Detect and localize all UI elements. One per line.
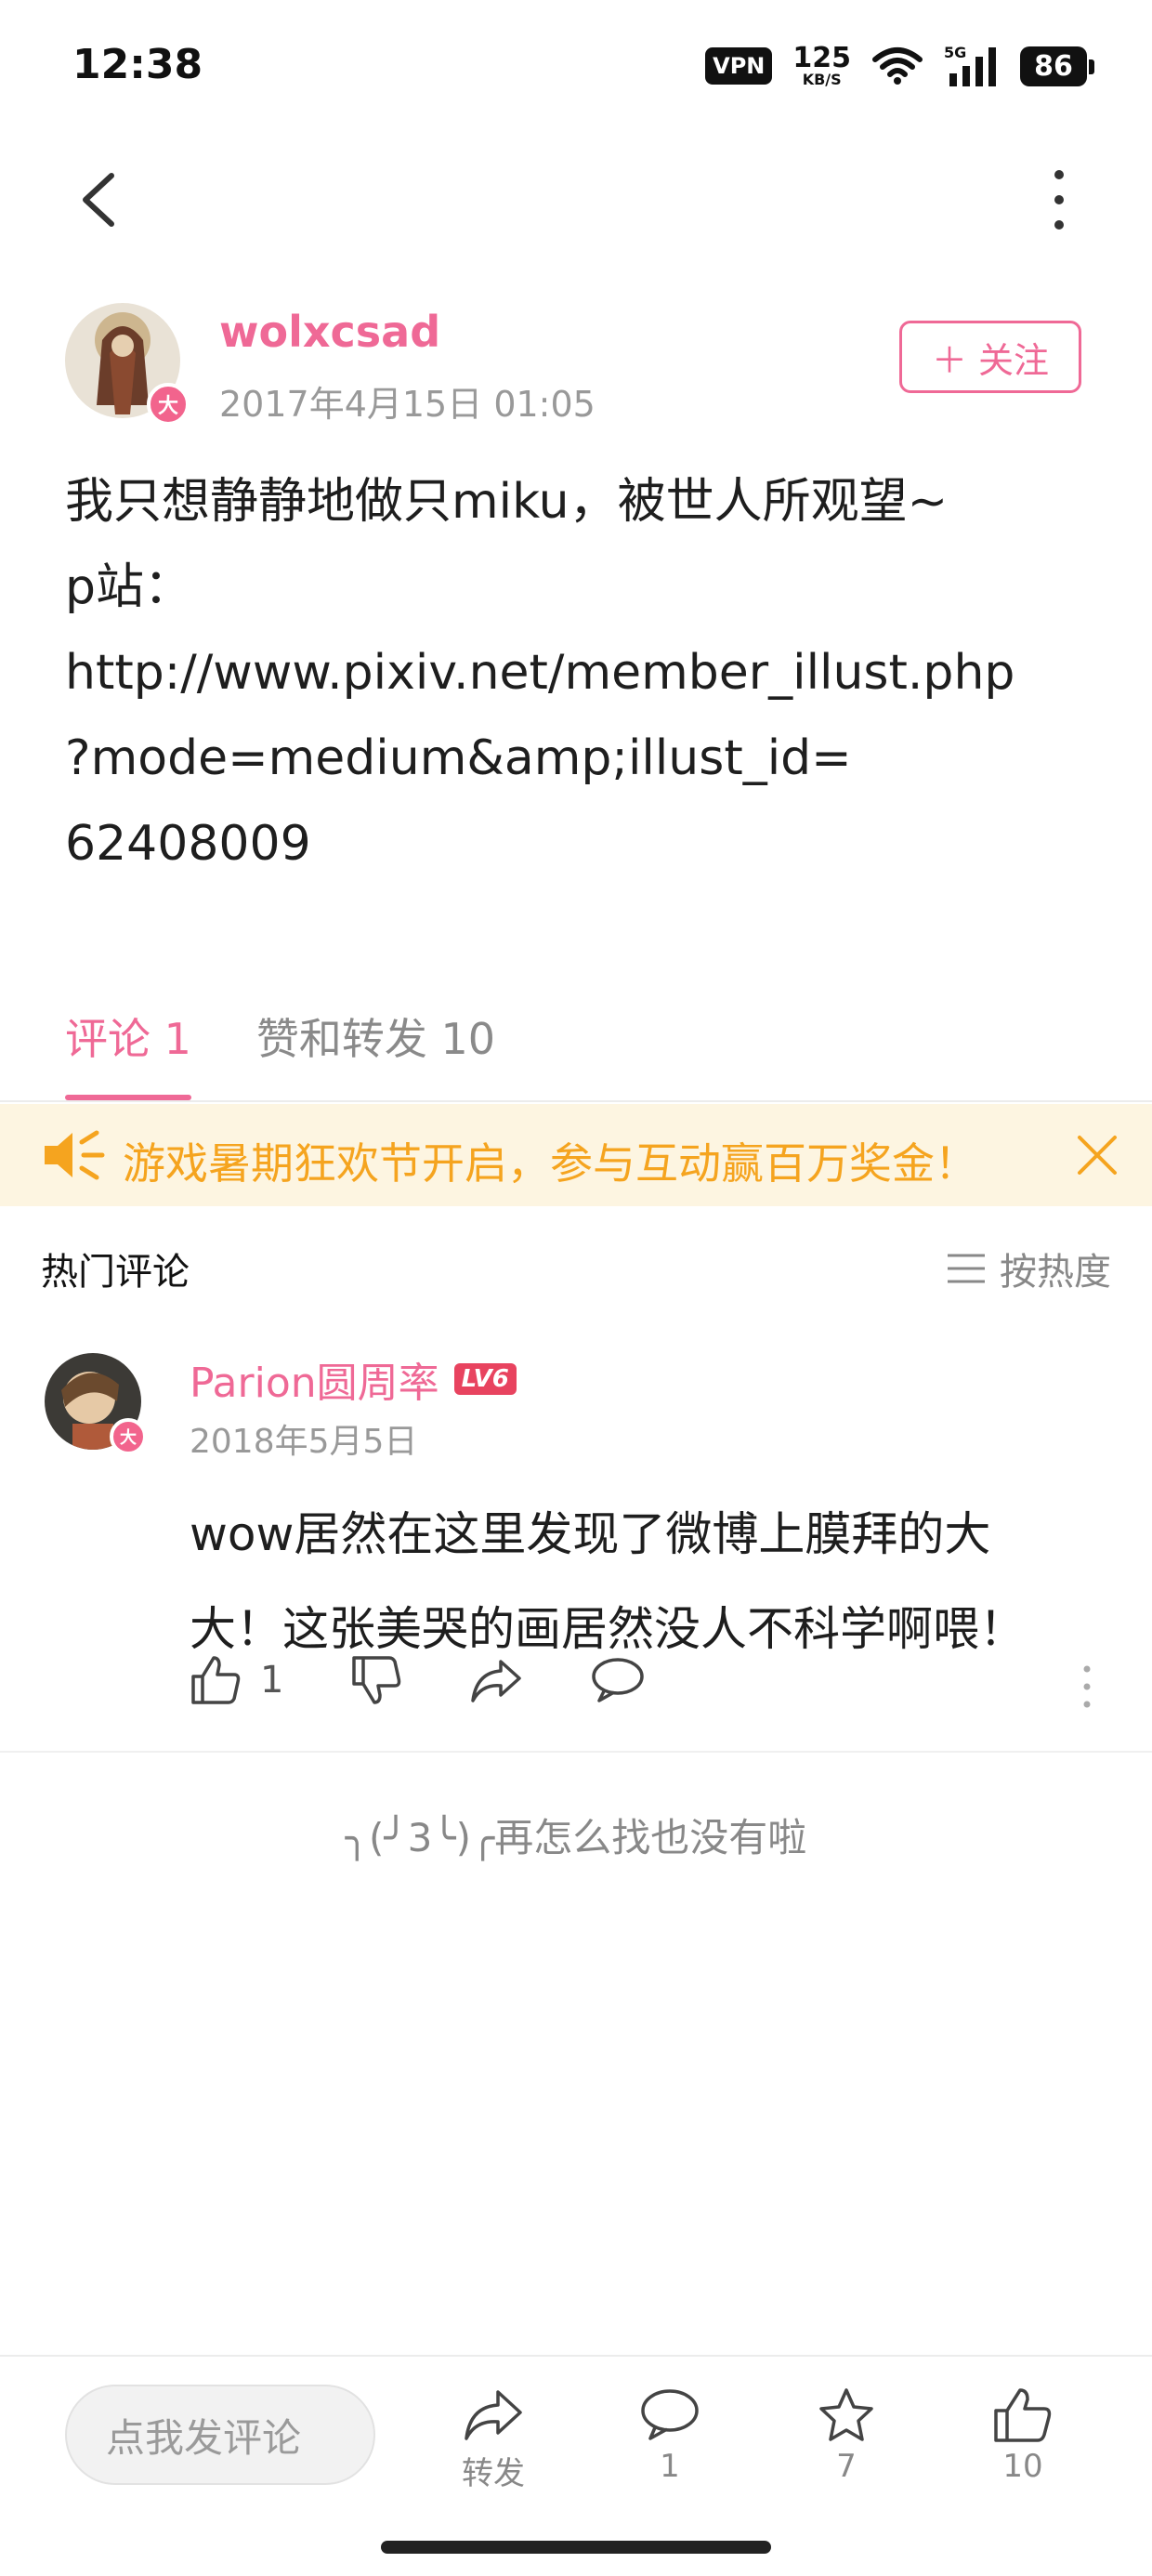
thumbs-up-icon	[994, 2388, 1052, 2442]
speaker-icon	[45, 1130, 105, 1180]
sort-button[interactable]: 按热度	[946, 1242, 1111, 1295]
author-avatar[interactable]: 大	[65, 303, 190, 426]
comment-count: 1	[660, 2448, 680, 2485]
share-icon	[471, 1660, 522, 1702]
level-badge: LV6	[453, 1363, 517, 1395]
status-bar: 12:38 VPN 125 KB/S 5G 86	[0, 0, 1152, 130]
comment-reply-button[interactable]	[590, 1654, 646, 1706]
post-tabs: 评论 1 赞和转发 10	[65, 1005, 495, 1100]
post-content: 我只想静静地做只miku，被世人所观望~ p站： http://www.pixi…	[65, 474, 1015, 872]
commenter-name[interactable]: Parion圆周率	[190, 1349, 439, 1409]
more-options-button[interactable]	[1022, 163, 1096, 237]
post-time: 2017年4月15日 01:05	[219, 384, 596, 425]
comment-text: wow居然在这里发现了微博上膜拜的大大！这张美哭的画居然没人不科学啊喂！	[190, 1507, 1026, 1656]
commenter-avatar[interactable]: 大	[45, 1353, 147, 1455]
promo-banner[interactable]: 游戏暑期狂欢节开启，参与互动赢百万奖金！	[0, 1104, 1152, 1206]
network-speed: 125 KB/S	[792, 45, 851, 87]
battery-icon: 86	[1020, 46, 1094, 86]
favorite-button[interactable]: 7	[786, 2386, 907, 2485]
comment-input[interactable]: 点我发评论	[65, 2385, 375, 2485]
post-detail-screen: 12:38 VPN 125 KB/S 5G 86 大 wolxcsad 2017…	[0, 0, 1152, 2576]
status-icons: VPN 125 KB/S 5G 86	[705, 44, 1094, 87]
network-speed-value: 125	[792, 42, 851, 74]
star-icon	[819, 2388, 873, 2441]
tabs-divider	[0, 1100, 1152, 1102]
repost-icon	[465, 2390, 522, 2440]
banner-text: 游戏暑期狂欢节开启，参与互动赢百万奖金！	[123, 1138, 977, 1189]
repost-button[interactable]: 转发	[433, 2386, 554, 2493]
sort-label: 按热度	[1000, 1251, 1111, 1294]
menu-lines-icon	[948, 1254, 985, 1283]
end-of-comments-text: ╮(╯3╰)╭再怎么找也没有啦	[345, 1815, 807, 1860]
bottom-bar-divider	[0, 2355, 1152, 2357]
home-indicator[interactable]	[381, 2541, 771, 2554]
like-count: 10	[1002, 2448, 1043, 2485]
chevron-left-icon	[83, 173, 114, 227]
comment-dislike-button[interactable]	[350, 1654, 402, 1706]
like-button[interactable]: 10	[962, 2386, 1083, 2485]
vip-badge: 大	[147, 383, 190, 426]
back-button[interactable]	[65, 163, 139, 237]
follow-button[interactable]: ＋ 关注	[899, 321, 1081, 393]
comment-like-count: 1	[260, 1659, 284, 1702]
thumbs-up-icon	[191, 1656, 241, 1704]
commenter-name-row: Parion圆周率 LV6	[190, 1349, 517, 1409]
comment-bubble-icon	[592, 1658, 645, 1702]
vip-badge: 大	[110, 1418, 147, 1455]
more-vertical-icon	[1054, 170, 1064, 230]
hot-comments-title: 热门评论	[41, 1251, 190, 1294]
comment-actions: 1	[190, 1654, 713, 1706]
thumbs-down-icon	[352, 1656, 401, 1704]
comment-like-button[interactable]: 1	[190, 1654, 283, 1706]
status-time: 12:38	[72, 41, 203, 88]
signal-indicator: 5G	[944, 44, 1000, 86]
repost-label: 转发	[462, 2455, 525, 2492]
comment-more-icon[interactable]	[1078, 1663, 1096, 1710]
comment-date: 2018年5月5日	[190, 1423, 418, 1461]
tab-likes-reposts[interactable]: 赞和转发 10	[256, 1005, 495, 1100]
comment-icon	[641, 2389, 699, 2440]
network-type-label: 5G	[944, 44, 967, 61]
author-name[interactable]: wolxcsad	[219, 307, 440, 357]
network-speed-unit: KB/S	[802, 71, 842, 88]
close-icon[interactable]	[1070, 1128, 1124, 1182]
comment-divider	[0, 1751, 1152, 1753]
favorite-count: 7	[836, 2448, 857, 2485]
vpn-icon: VPN	[705, 47, 773, 85]
comment-button[interactable]: 1	[609, 2386, 730, 2485]
wifi-icon	[872, 47, 923, 85]
tab-comments[interactable]: 评论 1	[65, 1005, 191, 1100]
comment-share-button[interactable]	[469, 1654, 523, 1706]
